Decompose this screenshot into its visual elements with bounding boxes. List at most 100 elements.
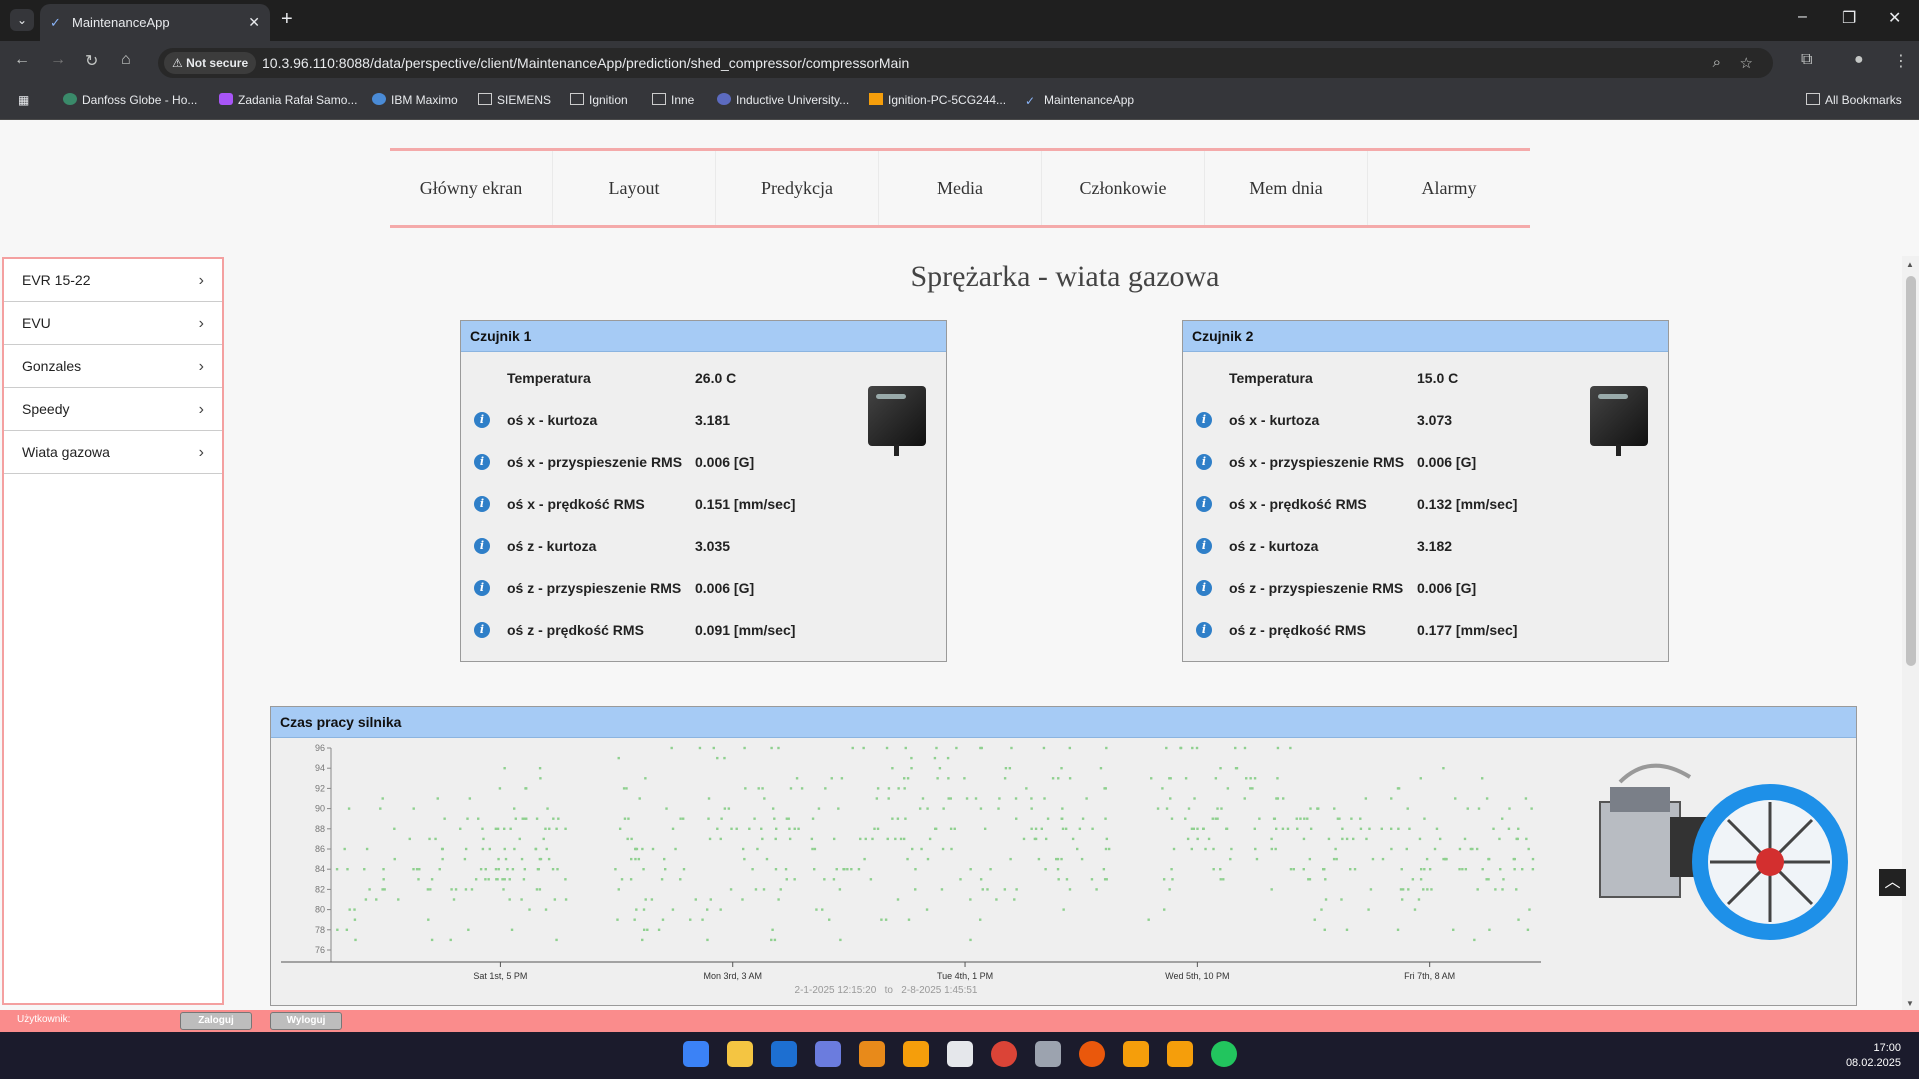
sidebar-item-gonzales[interactable]: Gonzales › bbox=[4, 345, 222, 388]
data-point bbox=[933, 756, 937, 760]
sidebar-item-evu[interactable]: EVU › bbox=[4, 302, 222, 345]
home-icon[interactable]: ⌂ bbox=[121, 51, 131, 69]
ignition-icon[interactable] bbox=[1167, 1041, 1193, 1067]
start-icon[interactable] bbox=[683, 1041, 709, 1067]
data-point bbox=[1061, 807, 1064, 810]
bookmark-inductive-university[interactable]: Inductive University... bbox=[717, 93, 849, 107]
info-icon[interactable]: i bbox=[474, 412, 490, 428]
data-point bbox=[981, 888, 984, 891]
browser-menu-icon[interactable]: ⋮ bbox=[1893, 51, 1909, 71]
info-icon[interactable]: i bbox=[474, 580, 490, 596]
page-scrollbar[interactable]: ▲ ▼ bbox=[1902, 256, 1919, 1010]
data-point bbox=[1055, 857, 1058, 861]
nav-mem-dnia[interactable]: Mem dnia bbox=[1205, 151, 1368, 225]
profile-icon[interactable]: ● bbox=[1854, 51, 1864, 69]
tab-search-button[interactable]: ⌄ bbox=[10, 9, 34, 31]
nav-layout[interactable]: Layout bbox=[553, 151, 716, 225]
app-icon[interactable] bbox=[947, 1041, 973, 1067]
sidebar-item-speedy[interactable]: Speedy › bbox=[4, 388, 222, 431]
data-point bbox=[953, 827, 956, 830]
not-secure-badge[interactable]: ⚠ Not secure bbox=[164, 52, 257, 74]
info-icon[interactable]: i bbox=[474, 622, 490, 638]
bookmark-ignition-pc[interactable]: Ignition-PC-5CG244... bbox=[869, 93, 1006, 107]
data-point bbox=[946, 756, 950, 760]
url-text[interactable]: 10.3.96.110:8088/data/perspective/client… bbox=[262, 55, 909, 71]
browser-tab[interactable]: ✓ MaintenanceApp ✕ bbox=[40, 4, 270, 41]
sidebar-item-wiata-gazowa[interactable]: Wiata gazowa › bbox=[4, 431, 222, 474]
new-tab-button[interactable]: + bbox=[281, 8, 293, 31]
bookmark-danfoss[interactable]: Danfoss Globe - Ho... bbox=[63, 93, 197, 107]
info-icon[interactable]: i bbox=[474, 454, 490, 470]
logout-button[interactable]: Wyloguj bbox=[270, 1012, 342, 1030]
app-icon[interactable] bbox=[859, 1041, 885, 1067]
data-point bbox=[918, 807, 922, 810]
bookmark-zadania[interactable]: Zadania Rafał Samo... bbox=[219, 93, 357, 107]
data-point bbox=[1452, 928, 1455, 931]
file-explorer-icon[interactable] bbox=[727, 1041, 753, 1067]
data-point bbox=[1423, 868, 1426, 871]
scroll-up-icon[interactable]: ▲ bbox=[1906, 260, 1914, 269]
bookmark-siemens[interactable]: SIEMENS bbox=[478, 93, 551, 107]
back-icon[interactable]: ← bbox=[14, 51, 30, 69]
nav-media[interactable]: Media bbox=[879, 151, 1042, 225]
close-tab-icon[interactable]: ✕ bbox=[248, 14, 260, 31]
outlook-icon[interactable] bbox=[771, 1041, 797, 1067]
scrollbar-thumb[interactable] bbox=[1906, 276, 1916, 666]
bookmark-star-icon[interactable]: ☆ bbox=[1740, 54, 1753, 72]
info-icon[interactable]: i bbox=[474, 538, 490, 554]
nav-glowny-ekran[interactable]: Główny ekran bbox=[390, 151, 553, 225]
info-icon[interactable]: i bbox=[1196, 622, 1212, 638]
zoom-icon[interactable]: ⌕ bbox=[1713, 54, 1721, 71]
info-icon[interactable]: i bbox=[1196, 412, 1212, 428]
minimize-button[interactable]: – bbox=[1798, 8, 1807, 26]
store-icon[interactable] bbox=[1035, 1041, 1061, 1067]
row-value: 0.006 [G] bbox=[1417, 454, 1477, 470]
address-bar[interactable]: ⚠ Not secure 10.3.96.110:8088/data/persp… bbox=[158, 48, 1773, 78]
bookmark-maintenanceapp[interactable]: ✓ MaintenanceApp bbox=[1025, 93, 1134, 108]
data-point bbox=[1105, 837, 1109, 841]
restore-button[interactable]: ❐ bbox=[1842, 8, 1856, 28]
data-point bbox=[1323, 928, 1326, 931]
info-icon[interactable]: i bbox=[1196, 454, 1212, 470]
app-icon[interactable] bbox=[1079, 1041, 1105, 1067]
info-icon[interactable]: i bbox=[1196, 538, 1212, 554]
data-point bbox=[1270, 847, 1273, 851]
data-point bbox=[983, 827, 987, 830]
info-icon[interactable]: i bbox=[1196, 580, 1212, 596]
ignition-icon[interactable] bbox=[1123, 1041, 1149, 1067]
x-tick-label: Fri 7th, 8 AM bbox=[1404, 971, 1455, 981]
forward-icon[interactable]: → bbox=[50, 51, 66, 69]
apps-grid-icon[interactable]: ▦ bbox=[18, 93, 29, 107]
data-point bbox=[459, 827, 462, 830]
close-window-button[interactable]: ✕ bbox=[1888, 8, 1901, 28]
app-icon[interactable] bbox=[815, 1041, 841, 1067]
chevron-up-icon: ︿ bbox=[1884, 874, 1901, 891]
system-clock[interactable]: 17:00 08.02.2025 bbox=[1846, 1041, 1901, 1071]
nav-czlonkowie[interactable]: Członkowie bbox=[1042, 151, 1205, 225]
chrome-icon[interactable] bbox=[991, 1041, 1017, 1067]
data-point bbox=[1359, 817, 1362, 820]
clock-date: 08.02.2025 bbox=[1845, 1057, 1901, 1069]
nav-alarmy[interactable]: Alarmy bbox=[1368, 151, 1530, 225]
scroll-to-top-button[interactable]: ︿ bbox=[1879, 869, 1906, 896]
row-label: oś z - przyspieszenie RMS bbox=[1229, 580, 1404, 596]
data-point bbox=[914, 868, 917, 871]
extensions-icon[interactable]: ⧉ bbox=[1801, 51, 1812, 69]
app-icon[interactable] bbox=[1211, 1041, 1237, 1067]
nav-predykcja[interactable]: Predykcja bbox=[716, 151, 879, 225]
data-point bbox=[1091, 827, 1094, 830]
sidebar-item-evr[interactable]: EVR 15-22 › bbox=[4, 259, 222, 302]
ignition-icon[interactable] bbox=[903, 1041, 929, 1067]
bookmark-ibm-maximo[interactable]: IBM Maximo bbox=[372, 93, 458, 107]
info-icon[interactable]: i bbox=[474, 496, 490, 512]
data-point bbox=[1030, 807, 1033, 810]
scroll-down-icon[interactable]: ▼ bbox=[1906, 999, 1914, 1008]
data-point bbox=[1171, 878, 1174, 881]
bookmark-ignition[interactable]: Ignition bbox=[570, 93, 628, 107]
data-point bbox=[381, 888, 384, 891]
all-bookmarks[interactable]: All Bookmarks bbox=[1806, 93, 1902, 107]
info-icon[interactable]: i bbox=[1196, 496, 1212, 512]
bookmark-inne[interactable]: Inne bbox=[652, 93, 694, 107]
login-button[interactable]: Zaloguj bbox=[180, 1012, 252, 1030]
reload-icon[interactable]: ↻ bbox=[85, 51, 98, 71]
